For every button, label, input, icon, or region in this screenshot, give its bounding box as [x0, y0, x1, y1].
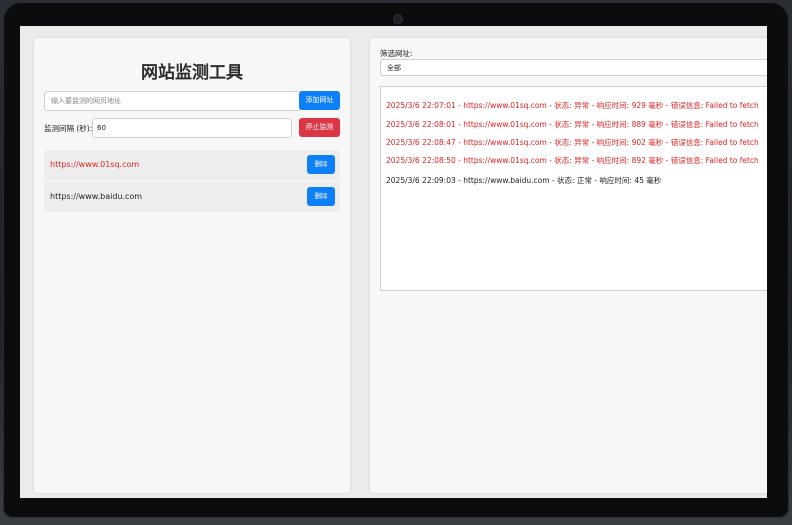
log-entry: 2025/3/6 22:07:01 - https://www.01sq.com… — [386, 101, 759, 110]
stop-monitor-button[interactable]: 停止监测 — [299, 118, 340, 137]
delete-site-button[interactable]: 删除 — [307, 155, 335, 174]
log-panel: 筛选网址: 全部 2025/3/6 22:07:01 - https://www… — [370, 38, 767, 493]
delete-site-button[interactable]: 删除 — [307, 187, 335, 206]
site-list-item: https://www.baidu.com 删除 — [44, 182, 340, 212]
filter-select[interactable]: 全部 — [380, 59, 767, 76]
camera-icon — [394, 15, 402, 23]
interval-input[interactable] — [92, 118, 292, 138]
laptop-frame: 网站监测工具 添加网址 监测间隔 (秒): 停止监测 https://www.0… — [0, 0, 792, 525]
page-title: 网站监测工具 — [141, 63, 243, 83]
log-list: 2025/3/6 22:07:01 - https://www.01sq.com… — [380, 86, 767, 291]
interval-label: 监测间隔 (秒): — [44, 124, 93, 133]
app-screen: 网站监测工具 添加网址 监测间隔 (秒): 停止监测 https://www.0… — [20, 26, 767, 498]
log-entry: 2025/3/6 22:08:50 - https://www.01sq.com… — [386, 156, 759, 165]
filter-label: 筛选网址: — [380, 49, 413, 58]
log-entry: 2025/3/6 22:08:01 - https://www.01sq.com… — [386, 120, 759, 129]
url-input[interactable] — [44, 91, 301, 111]
monitor-panel: 网站监测工具 添加网址 监测间隔 (秒): 停止监测 https://www.0… — [34, 38, 350, 493]
site-url: https://www.baidu.com — [50, 192, 143, 201]
log-entry: 2025/3/6 22:09:03 - https://www.baidu.co… — [386, 176, 662, 185]
log-entry: 2025/3/6 22:08:47 - https://www.01sq.com… — [386, 138, 759, 147]
site-list-item: https://www.01sq.com 删除 — [44, 150, 340, 180]
site-url: https://www.01sq.com — [50, 160, 140, 169]
add-url-button[interactable]: 添加网址 — [299, 91, 340, 110]
